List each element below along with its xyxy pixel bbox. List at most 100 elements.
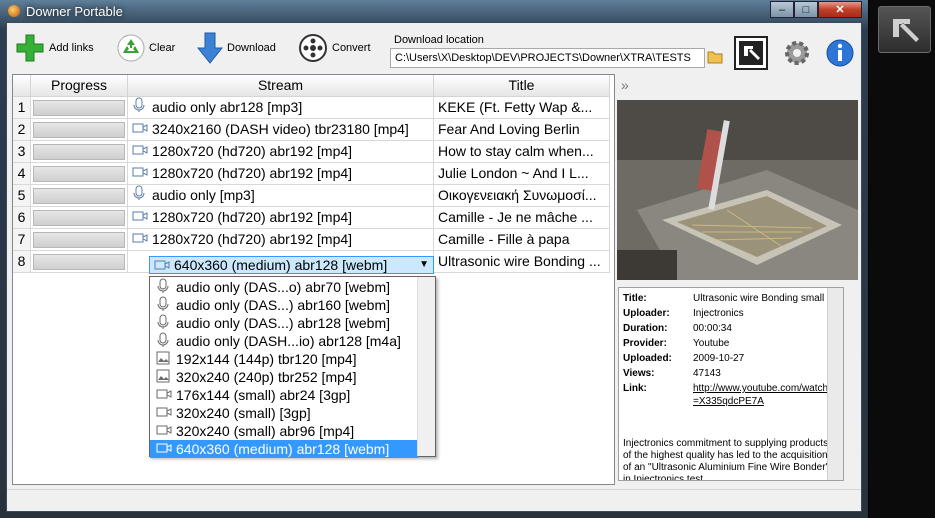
download-arrow-icon [197,32,223,64]
info-scrollbar[interactable] [827,288,843,480]
clear-label: Clear [149,42,176,54]
dropdown-option[interactable]: 320x240 (small) [3gp] [150,404,418,422]
progress-cell [31,229,128,251]
stream-cell[interactable]: audio only abr128 [mp3] [128,97,434,119]
stream-label: 1280x720 (hd720) abr192 [mp4] [152,209,353,225]
row-number: 1 [13,97,31,119]
stream-cell[interactable]: 1280x720 (hd720) abr192 [mp4] [128,229,434,251]
dropdown-option[interactable]: audio only (DAS...) abr160 [webm] [150,296,418,314]
stream-cell[interactable]: 1280x720 (hd720) abr192 [mp4] [128,207,434,229]
info-title-key: Title: [623,293,647,304]
table-row[interactable]: 2 3240x2160 (DASH video) tbr23180 [mp4] Fe… [13,119,613,141]
dropdown-option[interactable]: audio only (DAS...) abr128 [webm] [150,314,418,332]
settings-button[interactable] [780,36,814,70]
progress-bar [33,166,125,182]
table-row[interactable]: 7 1280x720 (hd720) abr192 [mp4] Camille - … [13,229,613,251]
close-button[interactable]: ✕ [818,1,862,18]
window-title: Downer Portable [26,4,123,19]
dropdown-option[interactable]: 192x144 (144p) tbr120 [mp4] [150,350,418,368]
download-button[interactable]: Download [197,32,276,64]
dropdown-option-label: audio only (DAS...) abr160 [webm] [176,297,390,313]
dropdown-option-label: audio only (DAS...) abr128 [webm] [176,315,390,331]
video-camera-icon [132,142,148,162]
pip-window-icon[interactable] [878,6,931,53]
title-cell[interactable]: How to stay calm when... [434,141,610,163]
title-cell[interactable]: Camille - Fille à papa [434,229,610,251]
column-header-title[interactable]: Title [434,75,610,97]
title-bar[interactable]: Downer Portable ‒ □ ✕ [0,0,868,22]
about-button[interactable] [823,36,857,70]
progress-bar [33,144,125,160]
stream-label: 3240x2160 (DASH video) tbr23180 [mp4] [152,121,409,137]
dropdown-option-label: 176x144 (small) abr24 [3gp] [176,387,351,403]
title-cell[interactable]: Οικογενειακή Συνωμοσί... [434,185,610,207]
pip-window-icon [739,41,763,65]
image-icon [156,369,172,387]
dropdown-option[interactable]: 176x144 (small) abr24 [3gp] [150,386,418,404]
progress-bar [33,254,125,270]
column-header-progress[interactable]: Progress [31,75,128,97]
download-label: Download [227,42,276,54]
mini-mode-button[interactable] [734,36,768,70]
stream-cell[interactable]: audio only [mp3] [128,185,434,207]
minimize-button[interactable]: ‒ [770,1,794,18]
stream-label: audio only abr128 [mp3] [152,99,303,115]
table-row[interactable]: 6 1280x720 (hd720) abr192 [mp4] Camille - … [13,207,613,229]
status-bar [7,489,861,512]
progress-bar [33,100,125,116]
collapse-panel-button[interactable]: » [621,77,629,93]
gear-icon [785,41,809,65]
progress-bar [33,188,125,204]
progress-cell [31,185,128,207]
title-cell[interactable]: KEKE (Ft. Fetty Wap &... [434,97,610,119]
dropdown-scrollbar[interactable] [417,277,435,456]
table-row[interactable]: 4 1280x720 (hd720) abr192 [mp4] Julie Lond… [13,163,613,185]
title-cell[interactable]: Ultrasonic wire Bonding ... [434,251,610,273]
table-row[interactable]: 5 audio only [mp3] Οικογενειακή Συνωμοσί..… [13,185,613,207]
row-number: 3 [13,141,31,163]
stream-select[interactable]: 640x360 (medium) abr128 [webm] ▼ [149,256,434,274]
row-number-header [13,75,31,97]
column-header-stream[interactable]: Stream [128,75,434,97]
table-row[interactable]: 3 1280x720 (hd720) abr192 [mp4] How to sta… [13,141,613,163]
download-location-field[interactable] [390,48,705,68]
microphone-icon [132,185,148,206]
row-number: 2 [13,119,31,141]
info-provider-value: Youtube [693,338,730,349]
info-link[interactable]: http://www.youtube.com/watch?v=X335qdcPE… [693,383,839,407]
dropdown-option[interactable]: 640x360 (medium) abr128 [webm] [150,440,418,458]
title-cell[interactable]: Julie London ~ And I L... [434,163,610,185]
recycle-icon [117,34,145,62]
video-camera-icon [154,258,170,275]
convert-button[interactable]: Convert [298,33,371,63]
info-link-key: Link: [623,383,647,394]
video-camera-icon [156,441,172,459]
dropdown-option[interactable]: 320x240 (240p) tbr252 [mp4] [150,368,418,386]
dropdown-option[interactable]: audio only (DAS...o) abr70 [webm] [150,278,418,296]
progress-cell [31,163,128,185]
folder-icon[interactable] [707,49,723,65]
progress-cell [31,119,128,141]
info-provider-key: Provider: [623,338,667,349]
dropdown-option[interactable]: audio only (DASH...io) abr128 [m4a] [150,332,418,350]
download-location-label: Download location [394,34,484,46]
stream-cell[interactable]: 1280x720 (hd720) abr192 [mp4] [128,141,434,163]
chevron-down-icon: ▼ [419,259,429,270]
dropdown-option-label: 640x360 (medium) abr128 [webm] [176,441,390,457]
video-camera-icon [132,164,148,184]
stream-cell[interactable]: 1280x720 (hd720) abr192 [mp4] [128,163,434,185]
toolbar: Add links Clear Download Convert Downloa… [7,23,861,73]
info-uploader-value: Injectronics [693,308,744,319]
video-camera-icon [156,405,172,423]
table-row[interactable]: 1 audio only abr128 [mp3] KEKE (Ft. Fetty … [13,97,613,119]
clear-button[interactable]: Clear [117,33,175,63]
dropdown-option[interactable]: 320x240 (small) abr96 [mp4] [150,422,418,440]
maximize-button[interactable]: □ [794,1,818,18]
add-links-button[interactable]: Add links [15,33,94,63]
microphone-icon [132,97,148,118]
progress-bar [33,210,125,226]
title-cell[interactable]: Fear And Loving Berlin [434,119,610,141]
stream-cell[interactable]: 3240x2160 (DASH video) tbr23180 [mp4] [128,119,434,141]
title-cell[interactable]: Camille - Je ne mâche ... [434,207,610,229]
plus-icon [16,34,44,62]
